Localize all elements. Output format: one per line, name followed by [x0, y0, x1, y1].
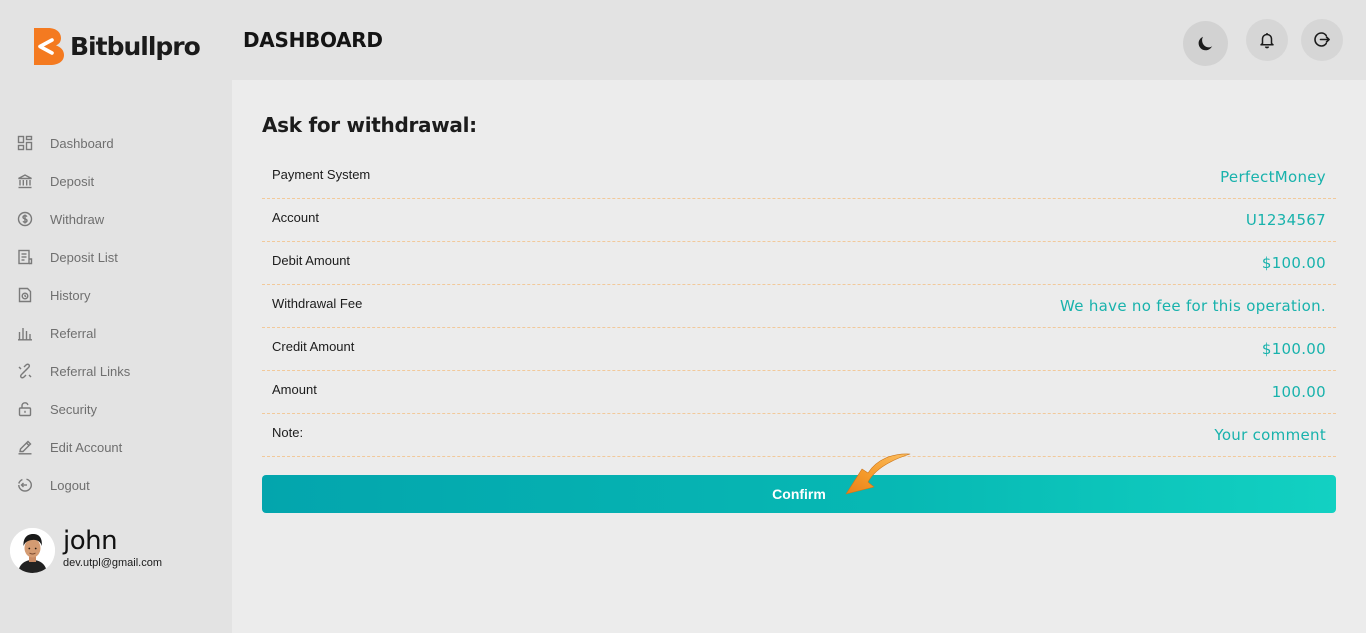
row-label: Amount [272, 381, 317, 397]
moon-icon [1198, 36, 1212, 50]
brand-name: Bitbullpro [70, 31, 201, 61]
row-value: $100.00 [1261, 254, 1326, 272]
row-value: PerfectMoney [1220, 168, 1326, 186]
page-title: DASHBOARD [243, 28, 383, 52]
logout-icon [16, 476, 34, 494]
notifications-button[interactable] [1246, 19, 1288, 61]
row-value: We have no fee for this operation. [1060, 297, 1326, 315]
sidebar: Bitbullpro Dashboard Deposit Withdraw De… [0, 0, 232, 633]
row-value: 100.00 [1271, 383, 1326, 401]
sidebar-item-label: Deposit List [50, 249, 118, 265]
history-document-icon [16, 286, 34, 304]
lock-icon [16, 400, 34, 418]
dollar-circle-icon [16, 210, 34, 228]
row-value: U1234567 [1245, 211, 1326, 229]
sidebar-item-dashboard[interactable]: Dashboard [0, 124, 232, 162]
user-name: john [63, 525, 118, 556]
sidebar-item-withdraw[interactable]: Withdraw [0, 200, 232, 238]
user-profile[interactable]: john dev.utpl@gmail.com [10, 525, 162, 573]
avatar[interactable] [10, 528, 55, 573]
table-row: Account U1234567 [262, 199, 1336, 242]
table-row: Credit Amount $100.00 [262, 328, 1336, 371]
note-value: Your comment [1214, 426, 1326, 444]
list-document-icon [16, 248, 34, 266]
sidebar-item-label: Withdraw [50, 211, 105, 227]
sidebar-item-deposit[interactable]: Deposit [0, 162, 232, 200]
section-title: Ask for withdrawal: [262, 113, 477, 137]
sidebar-nav: Dashboard Deposit Withdraw Deposit List … [0, 124, 232, 504]
sidebar-item-logout[interactable]: Logout [0, 466, 232, 504]
user-email: dev.utpl@gmail.com [63, 556, 162, 569]
sidebar-item-history[interactable]: History [0, 276, 232, 314]
sidebar-item-edit-account[interactable]: Edit Account [0, 428, 232, 466]
sidebar-item-referral-links[interactable]: Referral Links [0, 352, 232, 390]
sidebar-item-label: Dashboard [50, 135, 114, 151]
row-label: Note: [272, 424, 304, 440]
row-label: Account [272, 209, 319, 225]
row-value: $100.00 [1261, 340, 1326, 358]
row-label: Debit Amount [272, 252, 351, 268]
sidebar-item-label: History [50, 287, 91, 303]
sidebar-item-security[interactable]: Security [0, 390, 232, 428]
sidebar-item-label: Logout [50, 477, 90, 493]
confirm-button-label: Confirm [772, 486, 826, 502]
top-header: DASHBOARD [232, 0, 1366, 80]
link-icon [16, 362, 34, 380]
sidebar-item-label: Referral [50, 325, 97, 341]
brand-logo[interactable]: Bitbullpro [30, 26, 201, 66]
sidebar-item-label: Referral Links [50, 363, 131, 379]
dashboard-icon [16, 134, 34, 152]
confirm-button[interactable]: Confirm [262, 475, 1336, 513]
sidebar-item-referral[interactable]: Referral [0, 314, 232, 352]
sidebar-item-label: Edit Account [50, 439, 123, 455]
sidebar-item-label: Deposit [50, 173, 95, 189]
bell-icon [1260, 33, 1274, 49]
table-row: Note: Your comment [262, 414, 1336, 457]
row-label: Withdrawal Fee [272, 295, 363, 311]
row-label: Credit Amount [272, 338, 355, 354]
avatar-image [10, 528, 55, 573]
main-content: Ask for withdrawal: Payment System Perfe… [232, 80, 1366, 633]
table-row: Payment System PerfectMoney [262, 156, 1336, 199]
logout-button[interactable] [1301, 19, 1343, 61]
logo-mark-icon [34, 28, 64, 65]
table-row: Amount 100.00 [262, 371, 1336, 414]
logout-icon [1314, 32, 1330, 47]
sidebar-item-deposit-list[interactable]: Deposit List [0, 238, 232, 276]
pencil-icon [16, 438, 34, 456]
row-label: Payment System [272, 166, 371, 182]
table-row: Debit Amount $100.00 [262, 242, 1336, 285]
pointer-arrow-icon [845, 453, 911, 495]
withdrawal-summary-table: Payment System PerfectMoney Account U123… [262, 156, 1336, 457]
bank-icon [16, 172, 34, 190]
theme-toggle-button[interactable] [1183, 21, 1228, 66]
bar-chart-icon [16, 324, 34, 342]
sidebar-item-label: Security [50, 401, 97, 417]
table-row: Withdrawal Fee We have no fee for this o… [262, 285, 1336, 328]
